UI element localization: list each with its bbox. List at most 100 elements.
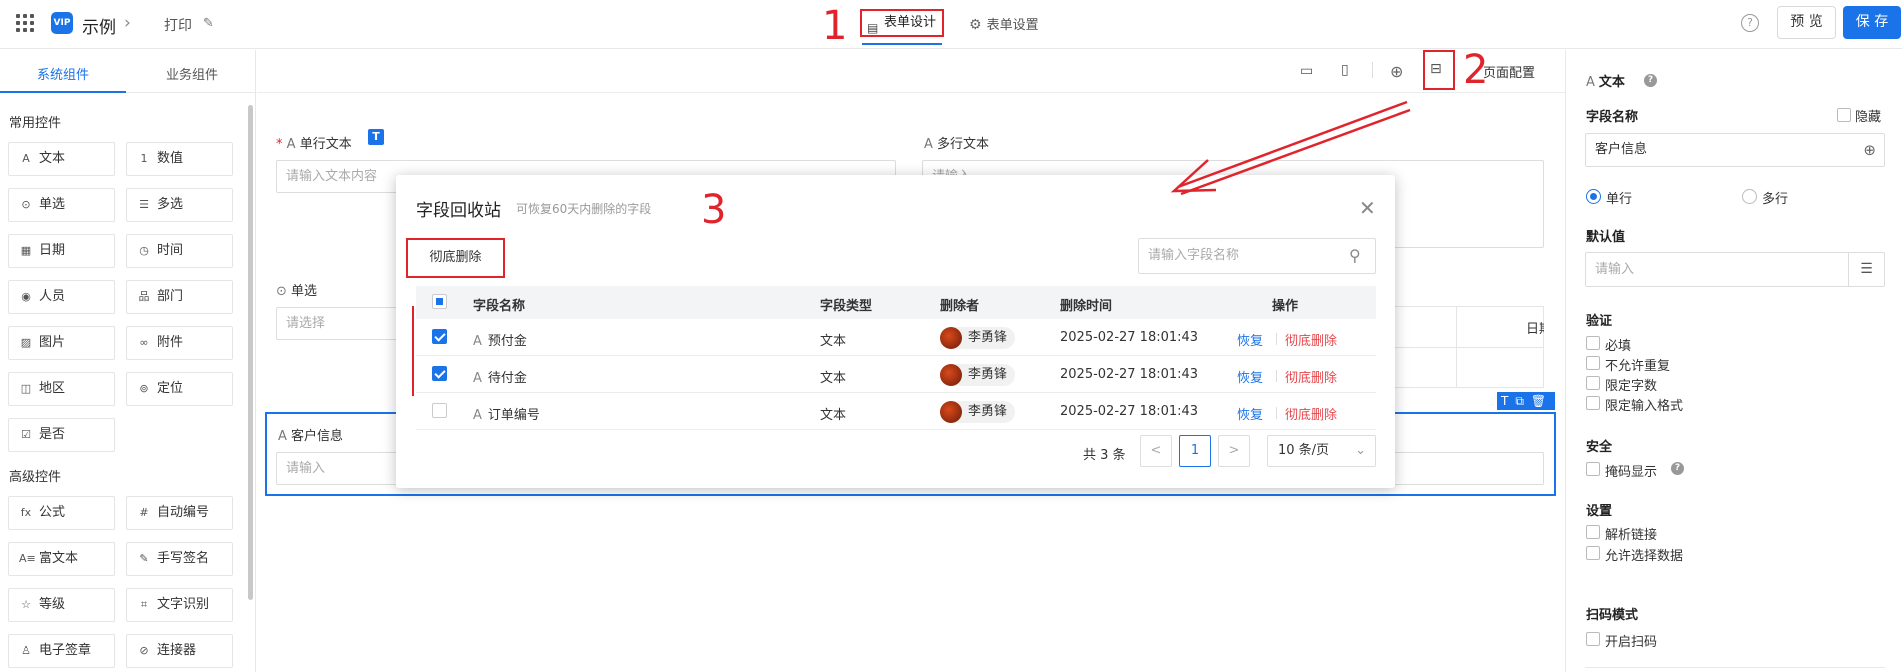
- component-location[interactable]: ⊚ 定位: [126, 372, 233, 406]
- component-text[interactable]: A 文本: [8, 142, 115, 176]
- purge-link[interactable]: 彻底删除: [1285, 367, 1337, 386]
- component-signature[interactable]: ✎ 手写签名: [126, 542, 233, 576]
- component-region[interactable]: ◫ 地区: [8, 372, 115, 406]
- default-value-placeholder: 请输入: [1595, 262, 1635, 277]
- tab-active-indicator: [862, 43, 942, 45]
- annotation-1: 1: [822, 3, 848, 49]
- hash-icon: #: [139, 506, 149, 519]
- default-value-input[interactable]: 请输入 ☰: [1585, 252, 1885, 287]
- no-duplicate-checkbox[interactable]: [1586, 356, 1600, 370]
- component-label: 多选: [157, 197, 184, 212]
- dialog-title: 字段回收站: [416, 201, 501, 221]
- component-label: 公式: [39, 505, 66, 520]
- help-icon[interactable]: ?: [1741, 14, 1759, 32]
- field-search-input[interactable]: 请输入字段名称: [1138, 238, 1376, 274]
- component-rating[interactable]: ☆ 等级: [8, 588, 115, 622]
- component-yes-no[interactable]: ☑ 是否: [8, 418, 115, 452]
- laptop-icon[interactable]: ▭: [1300, 63, 1313, 79]
- purge-link[interactable]: 彻底删除: [1285, 404, 1337, 423]
- component-ocr[interactable]: ⌗ 文字识别: [126, 588, 233, 622]
- search-icon[interactable]: ⚲: [1349, 246, 1361, 265]
- select-all-checkbox[interactable]: [432, 294, 447, 309]
- apps-grid-icon[interactable]: [16, 14, 34, 32]
- checkbox-icon: ☑: [21, 428, 31, 441]
- close-icon[interactable]: ✕: [1359, 196, 1376, 220]
- col-actions: 操作: [1272, 299, 1299, 314]
- next-page-button[interactable]: >: [1218, 435, 1250, 467]
- restore-link[interactable]: 恢复: [1237, 404, 1263, 423]
- component-image[interactable]: ▨ 图片: [8, 326, 115, 360]
- properties-header-text: 文本: [1598, 75, 1625, 90]
- row-field-name: A 待付金: [473, 367, 527, 386]
- component-rich-text[interactable]: A≡ 富文本: [8, 542, 115, 576]
- required-mark: *: [276, 137, 283, 152]
- app-logo: VIP: [51, 12, 73, 34]
- page-size-select[interactable]: 10 条/页 ⌄: [1267, 435, 1376, 467]
- allow-select-checkbox[interactable]: [1586, 546, 1600, 560]
- hidden-checkbox[interactable]: [1837, 108, 1851, 122]
- enable-scan-label: 开启扫码: [1605, 635, 1658, 650]
- stamp-icon: ♙: [21, 644, 31, 657]
- component-checkbox[interactable]: ☰ 多选: [126, 188, 233, 222]
- text-format-icon[interactable]: T: [368, 129, 384, 145]
- component-e-seal[interactable]: ♙ 电子签章: [8, 634, 115, 668]
- purge-link[interactable]: 彻底删除: [1285, 330, 1337, 349]
- globe-icon[interactable]: ⊕: [1863, 134, 1876, 166]
- limit-format-checkbox[interactable]: [1586, 396, 1600, 410]
- parse-link-checkbox[interactable]: [1586, 525, 1600, 539]
- tab-form-settings[interactable]: ⚙ 表单设置: [969, 14, 1039, 33]
- component-formula[interactable]: fx 公式: [8, 496, 115, 530]
- copy-icon[interactable]: ⧉: [1515, 394, 1531, 408]
- component-attachment[interactable]: ∞ 附件: [126, 326, 233, 360]
- connector-icon: ⊘: [139, 644, 149, 657]
- restore-link[interactable]: 恢复: [1237, 367, 1263, 386]
- recycle-bin-icon[interactable]: ⊟: [1430, 61, 1442, 77]
- component-radio[interactable]: ⊙ 单选: [8, 188, 115, 222]
- component-auto-number[interactable]: # 自动编号: [126, 496, 233, 530]
- app-name[interactable]: 示例: [82, 13, 116, 38]
- rich-text-icon: A≡: [19, 552, 36, 565]
- edit-icon[interactable]: ✎: [203, 16, 214, 31]
- page-config-button[interactable]: 页面配置: [1483, 62, 1535, 81]
- field-multi-text-label: A 多行文本: [924, 133, 989, 152]
- field-action-bar: T⧉🗑: [1497, 392, 1555, 410]
- single-line-radio[interactable]: [1586, 189, 1601, 204]
- delete-icon[interactable]: 🗑: [1531, 394, 1553, 408]
- text-format-icon[interactable]: T: [1501, 394, 1515, 408]
- list-icon[interactable]: ☰: [1848, 253, 1884, 286]
- page-1-button[interactable]: 1: [1179, 435, 1211, 467]
- row-delete-time: 2025-02-27 18:01:43: [1060, 367, 1199, 382]
- required-checkbox[interactable]: [1586, 336, 1600, 350]
- tab-business-components[interactable]: 业务组件: [128, 64, 256, 83]
- prev-page-button[interactable]: <: [1140, 435, 1172, 467]
- component-person[interactable]: ◉ 人员: [8, 280, 115, 314]
- globe-icon[interactable]: ⊕: [1390, 62, 1403, 81]
- mobile-icon[interactable]: ▯: [1341, 62, 1349, 78]
- row-checkbox[interactable]: [432, 403, 447, 418]
- tab-form-design[interactable]: ▤ 表单设计: [860, 9, 944, 37]
- tab-system-components[interactable]: 系统组件: [0, 64, 126, 83]
- restore-link[interactable]: 恢复: [1237, 330, 1263, 349]
- preview-button[interactable]: 预 览: [1777, 6, 1836, 39]
- row-checkbox[interactable]: [432, 366, 447, 381]
- save-button[interactable]: 保 存: [1843, 6, 1901, 39]
- enable-scan-checkbox[interactable]: [1586, 632, 1600, 646]
- left-panel-scrollbar[interactable]: [248, 105, 253, 600]
- help-icon[interactable]: ?: [1644, 74, 1657, 87]
- component-time[interactable]: ◷ 时间: [126, 234, 233, 268]
- component-department[interactable]: 品部门: [126, 280, 233, 314]
- default-value-label: 默认值: [1586, 230, 1626, 245]
- field-name-input[interactable]: 客户信息 ⊕: [1585, 133, 1885, 167]
- action-separator: [1276, 370, 1277, 382]
- multi-line-radio[interactable]: [1742, 189, 1757, 204]
- component-connector[interactable]: ⊘ 连接器: [126, 634, 233, 668]
- component-date[interactable]: ▦ 日期: [8, 234, 115, 268]
- help-icon[interactable]: ?: [1671, 462, 1684, 475]
- limit-chars-checkbox[interactable]: [1586, 376, 1600, 390]
- component-number[interactable]: 1 数值: [126, 142, 233, 176]
- row-checkbox[interactable]: [432, 329, 447, 344]
- purge-selected-button[interactable]: 彻底删除: [411, 242, 500, 274]
- text-icon: A: [22, 152, 30, 165]
- annotation-2: 2: [1463, 47, 1489, 93]
- mask-display-checkbox[interactable]: [1586, 462, 1600, 476]
